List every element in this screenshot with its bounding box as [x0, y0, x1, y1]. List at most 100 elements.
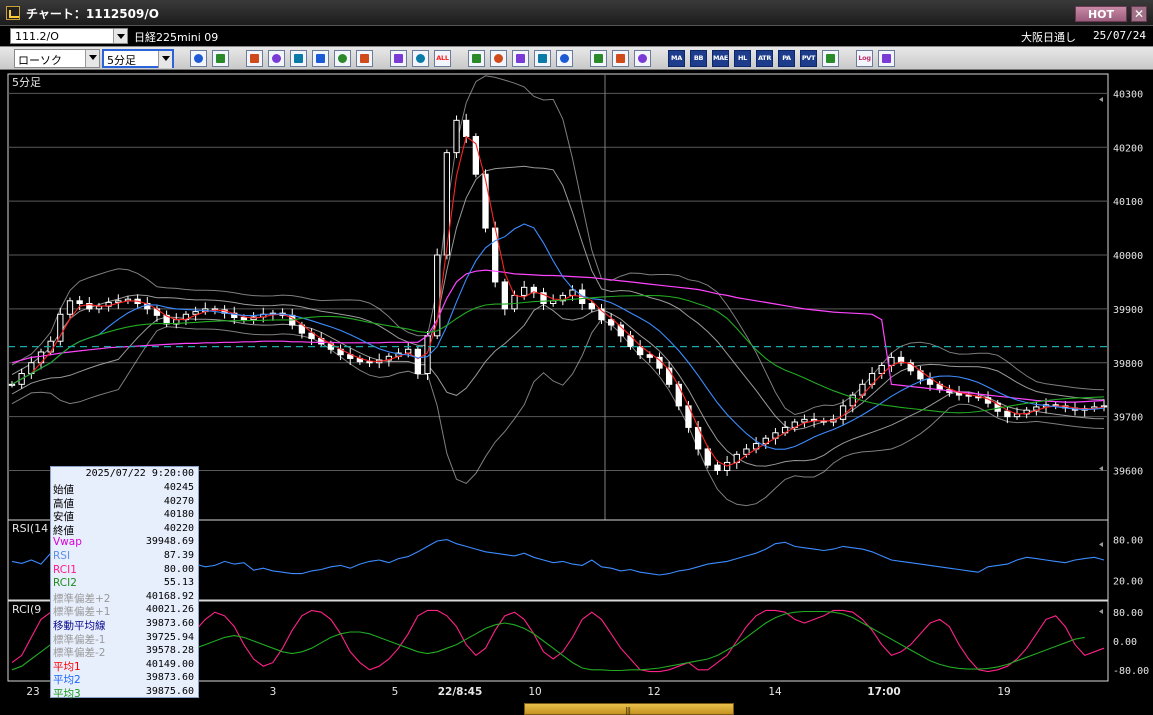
pen-icon-glyph: [250, 54, 259, 63]
data-window-value: 40245: [163, 482, 194, 493]
time-axis-label: 5: [392, 686, 399, 698]
hot-button[interactable]: HOT: [1075, 6, 1127, 22]
title-bar[interactable]: チャート：1112509/O HOT ✕: [0, 0, 1153, 26]
data-window-key: Vwap: [53, 536, 82, 549]
time-axis-label: 19: [997, 686, 1010, 698]
candle-body: [8, 383, 16, 386]
period-dropdown[interactable]: 5分足: [102, 49, 174, 68]
bb-button[interactable]: BB: [690, 50, 707, 67]
rci-tick-label: -80.00: [1113, 666, 1149, 677]
hl-button[interactable]: HL: [734, 50, 751, 67]
price-tick-label: 39900: [1113, 305, 1143, 316]
candle-body: [1004, 410, 1011, 418]
chevron-down-icon[interactable]: [158, 51, 172, 68]
window-icon-glyph: [216, 54, 225, 63]
drop-icon[interactable]: [468, 50, 485, 67]
rci-tick-label: 0.00: [1113, 637, 1137, 648]
refresh-icon[interactable]: [312, 50, 329, 67]
scrollbar-grip: |||: [625, 706, 631, 715]
pen-icon[interactable]: [246, 50, 263, 67]
candle-body: [366, 361, 373, 364]
cursor-icon[interactable]: [290, 50, 307, 67]
all-button-label: ALL: [436, 54, 449, 62]
data-window-row: 高値 40270: [51, 496, 198, 510]
price-tick-label: 40100: [1113, 197, 1143, 208]
frame-icon[interactable]: [822, 50, 839, 67]
chart-window: チャート：1112509/O HOT ✕ 111.2/O 日経225mini 0…: [0, 0, 1153, 715]
mae-button[interactable]: MAE: [712, 50, 729, 67]
pa-button[interactable]: PA: [778, 50, 795, 67]
grid-icon[interactable]: [590, 50, 607, 67]
grid-icon-glyph: [594, 54, 603, 63]
data-window-value: 39873.60: [145, 672, 194, 684]
close-icon[interactable]: ✕: [1131, 6, 1147, 22]
all-button[interactable]: ALL: [434, 50, 451, 67]
list-icon[interactable]: [334, 50, 351, 67]
time-axis-label: 22/8:45: [438, 686, 483, 698]
candle-body: [521, 286, 528, 296]
data-window-row: 平均2 39873.60: [51, 672, 198, 686]
trash-icon[interactable]: [356, 50, 373, 67]
refresh-icon-glyph: [316, 54, 325, 63]
pa-button-label: PA: [782, 54, 791, 62]
data-window-row: 標準偏差-1 39725.94: [51, 632, 198, 646]
candle-body: [569, 289, 576, 296]
ma-button-label: MA: [671, 54, 682, 62]
data-window-row: 安値 40180: [51, 509, 198, 523]
magnify-icon[interactable]: [490, 50, 507, 67]
bar-chart-icon[interactable]: [512, 50, 529, 67]
data-window-value: 80.00: [163, 563, 194, 575]
brush-icon[interactable]: [612, 50, 629, 67]
data-window-row: RCI2 55.13: [51, 577, 198, 590]
rsi-tick-label: 20.00: [1113, 576, 1143, 587]
mae-button-label: MAE: [713, 54, 729, 62]
time-axis-label: 10: [528, 686, 541, 698]
log-button[interactable]: Log: [856, 50, 873, 67]
candle-body: [76, 300, 83, 304]
data-window-row: 標準偏差+1 40021.26: [51, 604, 198, 618]
data-window-value: 40168.92: [145, 590, 194, 602]
data-window-row: RCI1 80.00: [51, 564, 198, 577]
chart-toolbar: ローソク 5分足 ALL MA BB MAE HL ATR PA PVT Log: [0, 46, 1153, 70]
candle-body: [801, 418, 808, 423]
candle-right-icon-glyph: [416, 54, 425, 63]
cursor-icon-glyph: [294, 54, 303, 63]
atr-button[interactable]: ATR: [756, 50, 773, 67]
hl-button-label: HL: [738, 54, 747, 62]
info-icon[interactable]: [556, 50, 573, 67]
scrollbar-thumb[interactable]: |||: [524, 703, 734, 715]
data-window-value: 40021.26: [145, 604, 194, 616]
window-icon[interactable]: [212, 50, 229, 67]
export-icon[interactable]: [878, 50, 895, 67]
data-window-value: 55.13: [163, 577, 194, 589]
data-window-value: 39873.60: [145, 618, 194, 629]
bar-chart-icon-glyph: [516, 54, 525, 63]
split-icon[interactable]: [534, 50, 551, 67]
zoom-icon[interactable]: [190, 50, 207, 67]
palette-icon[interactable]: [634, 50, 651, 67]
candle-body: [511, 294, 518, 310]
candle-right-icon[interactable]: [412, 50, 429, 67]
split-icon-glyph: [538, 54, 547, 63]
data-window-value: 87.39: [163, 550, 194, 561]
time-axis-label: 17:00: [867, 686, 900, 698]
candle-body: [646, 354, 653, 358]
time-axis-label: 14: [768, 686, 782, 698]
candle-body: [414, 348, 422, 375]
period-label: 5分足: [12, 76, 41, 89]
horizontal-scrollbar[interactable]: |||: [0, 700, 1153, 715]
symbol-dropdown[interactable]: 111.2/O: [10, 28, 128, 44]
price-tick-label: 39800: [1113, 359, 1143, 370]
log-button-label: Log: [858, 54, 871, 62]
chevron-down-icon[interactable]: [85, 50, 99, 67]
link-icon[interactable]: [268, 50, 285, 67]
ma-button[interactable]: MA: [668, 50, 685, 67]
data-window-row: 平均1 40149.00: [51, 659, 198, 673]
chevron-down-icon[interactable]: [113, 29, 127, 43]
chart-type-dropdown[interactable]: ローソク: [14, 49, 100, 68]
bb-button-label: BB: [693, 54, 704, 62]
data-window: 2025/07/22 9:20:00 始値 40245 高値 40270 安値 40180…: [50, 466, 199, 700]
pvt-button[interactable]: PVT: [800, 50, 817, 67]
symbol-bar: 111.2/O 日経225mini 09 大阪日通し 25/07/24: [0, 27, 1153, 46]
candle-left-icon[interactable]: [390, 50, 407, 67]
